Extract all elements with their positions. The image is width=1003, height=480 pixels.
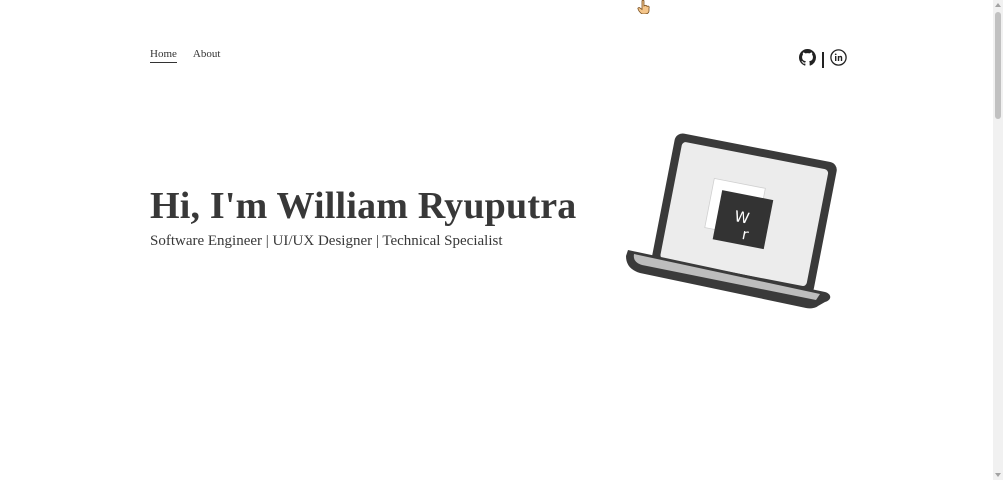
linkedin-link[interactable]	[830, 49, 847, 71]
linkedin-icon	[830, 49, 847, 66]
page-scrollbar[interactable]	[993, 0, 1003, 480]
nav-home-link[interactable]: Home	[150, 48, 177, 63]
scroll-down-arrow-icon[interactable]	[995, 473, 1001, 477]
nav-about-link[interactable]: About	[193, 48, 221, 63]
social-divider	[822, 52, 824, 68]
hero-title: Hi, I'm William Ryuputra	[150, 185, 577, 227]
laptop-illustration: W r	[620, 132, 840, 317]
scroll-thumb[interactable]	[995, 12, 1001, 119]
hand-cursor-icon	[636, 0, 652, 15]
scroll-up-arrow-icon[interactable]	[995, 3, 1001, 7]
page: Home About Hi, I'm William Ryuputra Soft…	[0, 0, 1003, 480]
github-icon	[799, 49, 816, 66]
social-links	[799, 49, 847, 71]
main-nav: Home About	[150, 48, 220, 63]
hero-subtitle: Software Engineer | UI/UX Designer | Tec…	[150, 233, 503, 249]
github-link[interactable]	[799, 49, 816, 71]
